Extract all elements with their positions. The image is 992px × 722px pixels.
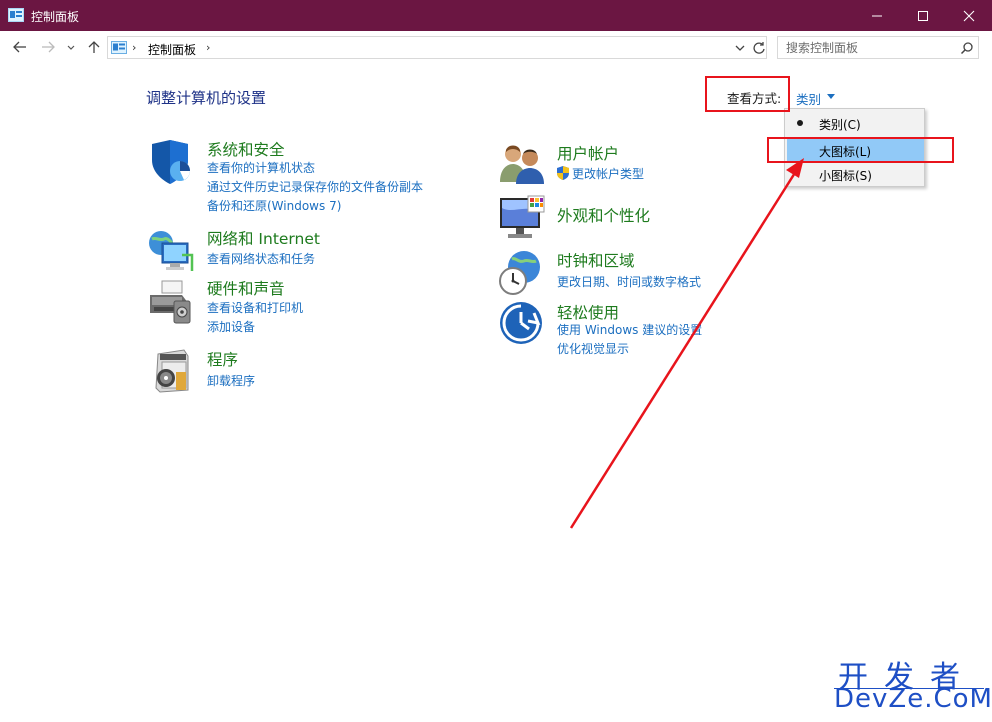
watermark-divider: [834, 688, 984, 689]
annotation-arrow: [569, 158, 804, 529]
watermark-logo: 开发者 DevZe.CoM: [830, 650, 992, 720]
